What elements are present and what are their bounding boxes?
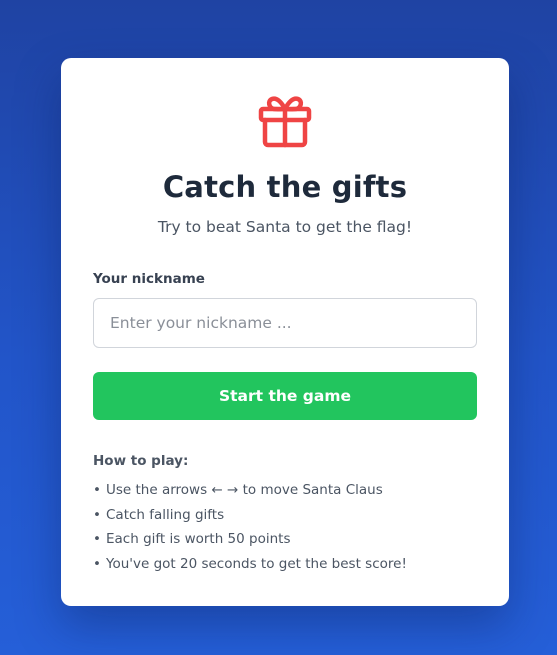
- bullet-icon: •: [93, 506, 101, 523]
- bullet-icon: •: [93, 555, 101, 572]
- list-item: • Each gift is worth 50 points: [93, 529, 407, 554]
- start-game-button[interactable]: Start the game: [93, 372, 477, 420]
- list-item: • You've got 20 seconds to get the best s…: [93, 554, 407, 579]
- game-card: Catch the gifts Try to beat Santa to get…: [61, 58, 509, 606]
- list-item: • Use the arrows ← → to move Santa Claus: [93, 480, 407, 505]
- page-subtitle: Try to beat Santa to get the flag!: [157, 218, 413, 236]
- nickname-label: Your nickname: [93, 271, 205, 287]
- bullet-icon: •: [93, 482, 101, 498]
- how-to-play-title: How to play:: [93, 453, 189, 469]
- bullet-icon: •: [93, 531, 101, 547]
- rule-text: Catch falling gifts: [106, 506, 225, 523]
- list-item: • Catch falling gifts: [93, 505, 407, 530]
- gift-icon: [258, 96, 312, 148]
- page-title: Catch the gifts: [162, 170, 408, 204]
- nickname-input[interactable]: [93, 298, 477, 348]
- rule-text: Use the arrows ← → to move Santa Claus: [106, 482, 383, 498]
- how-to-play-list: • Use the arrows ← → to move Santa Claus …: [93, 480, 407, 578]
- rule-text: Each gift is worth 50 points: [106, 531, 291, 547]
- rule-text: You've got 20 seconds to get the best sc…: [106, 555, 407, 572]
